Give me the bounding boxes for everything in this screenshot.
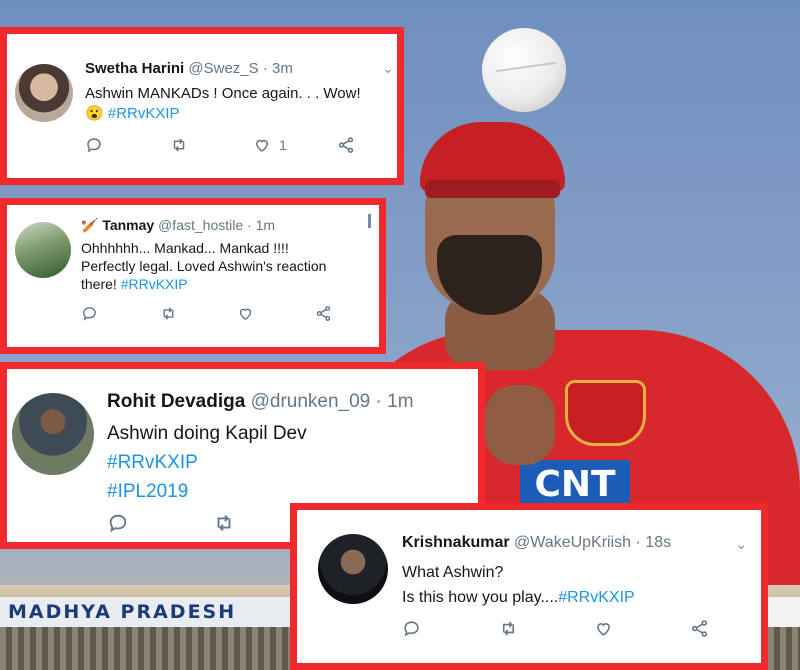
tweet-header: Krishnakumar @WakeUpKriish · 18s [402,534,671,552]
tweet-actions [81,305,332,322]
tweet-body-line: there! [81,276,121,293]
tweet-card-1: Swetha Harini @Swez_S · 3m ⌄ Ashwin MANK… [0,27,404,185]
timestamp[interactable]: · 1m [376,391,414,412]
chevron-down-icon[interactable]: ⌄ [382,60,394,77]
avatar[interactable] [318,534,388,604]
tweet-header: Rohit Devadiga @drunken_09 · 1m [107,391,414,413]
hashtag-link[interactable]: #RRvKXIP [558,589,634,606]
tweet-header: 🏏 Tanmay @fast_hostile · 1m [81,217,275,234]
retweet-icon[interactable] [498,619,594,638]
hashtag-link[interactable]: #RRvKXIP [107,452,198,473]
reply-icon[interactable] [107,512,212,534]
like-icon[interactable] [594,619,690,638]
share-icon[interactable] [315,305,332,322]
reply-icon[interactable] [402,619,498,638]
like-button[interactable]: 1 [253,136,337,154]
hashtag-link[interactable]: #IPL2019 [107,481,188,502]
display-name[interactable]: Krishnakumar [402,534,510,551]
emoji: 😮 [85,104,104,122]
handle[interactable]: @Swez_S [188,60,258,77]
tweet-text: Ashwin MANKADs ! Once again. . . Wow! 😮 … [85,84,405,123]
tweet-body: Ashwin doing Kapil Dev [107,423,307,444]
tweet-header: Swetha Harini @Swez_S · 3m [85,60,293,77]
reply-icon[interactable] [85,136,169,154]
tweet-actions [402,619,709,638]
tweet-text: Ashwin doing Kapil Dev #RRvKXIP #IPL2019 [107,419,467,506]
timestamp[interactable]: · 3m [263,60,293,77]
display-name[interactable]: Swetha Harini [85,60,184,77]
handle[interactable]: @WakeUpKriish [514,534,631,551]
share-icon[interactable] [690,619,709,638]
tweet-body-line: Ohhhhhh... Mankad... Mankad !!!! [81,240,289,256]
avatar[interactable] [15,222,71,278]
retweet-icon[interactable] [159,305,237,322]
tweet-body-line: Perfectly legal. Loved Ashwin's reaction [81,258,327,275]
stadium-sign: MADHYA PRADESH [0,597,300,627]
hashtag-link[interactable]: #RRvKXIP [108,105,180,122]
like-count: 1 [279,137,287,153]
like-icon [255,139,269,152]
timestamp[interactable]: · 1m [247,217,275,233]
retweet-icon[interactable] [212,512,236,534]
team-crest [565,380,646,446]
tweet-actions: 1 [85,136,355,154]
avatar[interactable] [15,64,73,122]
like-icon[interactable] [237,305,315,322]
cricket-ball [482,28,566,112]
tweet-body-line: What Ashwin? [402,564,504,581]
scrollbar-thumb[interactable] [368,214,371,228]
avatar[interactable] [12,393,94,475]
handle[interactable]: @fast_hostile [158,217,243,233]
tweet-body-line: Is this how you play.... [402,589,559,606]
retweet-icon[interactable] [169,136,253,154]
tweet-body: Ashwin MANKADs ! Once again. . . Wow! [85,85,361,102]
tweet-actions [107,512,236,534]
reply-icon[interactable] [81,305,159,322]
share-icon[interactable] [337,136,355,154]
chevron-down-icon[interactable]: ⌄ [735,535,748,553]
display-name[interactable]: Tanmay [102,217,154,233]
handle[interactable]: @drunken_09 [251,391,371,412]
player-hand [485,385,555,465]
hashtag-link[interactable]: #RRvKXIP [121,276,188,292]
cricket-bat-icon: 🏏 [81,217,99,233]
tweet-card-2: 🏏 Tanmay @fast_hostile · 1m Ohhhhhh... M… [0,198,386,354]
timestamp[interactable]: · 18s [636,534,672,551]
tweet-text: What Ashwin? Is this how you play....#RR… [402,560,742,610]
tweet-text: Ohhhhhh... Mankad... Mankad !!!! Perfect… [81,239,381,294]
tweet-card-4: Krishnakumar @WakeUpKriish · 18s ⌄ What … [290,503,768,670]
display-name[interactable]: Rohit Devadiga [107,391,245,412]
player-cap-visor [425,180,560,198]
